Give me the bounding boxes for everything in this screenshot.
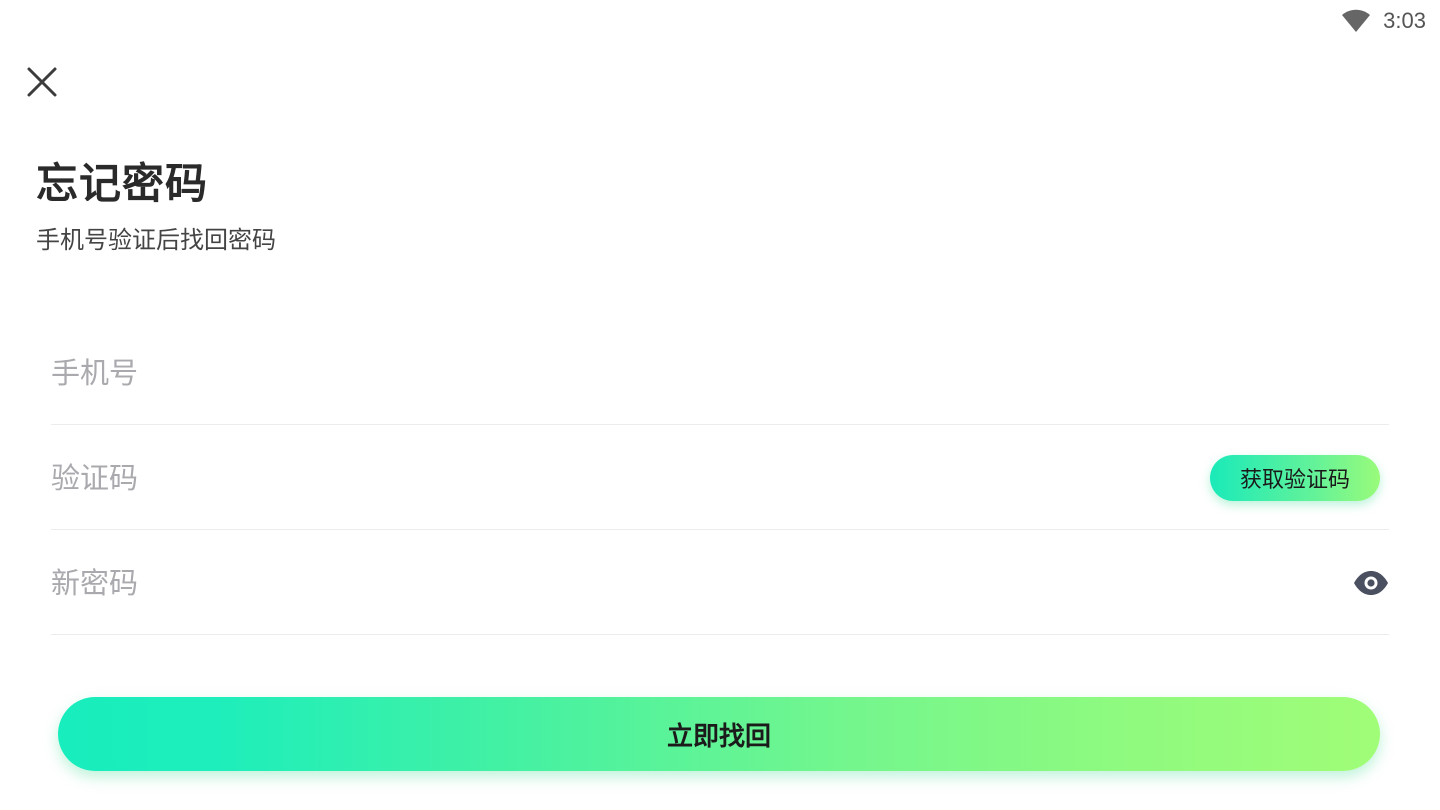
page-title: 忘记密码 bbox=[36, 159, 209, 208]
phone-input[interactable] bbox=[51, 342, 1389, 403]
phone-field-row bbox=[51, 321, 1389, 425]
close-button[interactable] bbox=[24, 64, 60, 100]
password-field-row bbox=[51, 531, 1389, 635]
eye-icon[interactable] bbox=[1353, 565, 1389, 601]
status-bar: 3:03 bbox=[1341, 0, 1426, 42]
wifi-icon bbox=[1341, 9, 1371, 33]
status-time: 3:03 bbox=[1383, 8, 1426, 33]
get-code-button[interactable]: 获取验证码 bbox=[1210, 454, 1380, 501]
code-field-row: 获取验证码 bbox=[51, 426, 1389, 530]
close-icon bbox=[27, 67, 57, 97]
forgot-password-screen: 3:03 忘记密码 手机号验证后找回密码 获取验证码 立即找回 bbox=[0, 0, 1440, 810]
page-subtitle: 手机号验证后找回密码 bbox=[36, 226, 276, 254]
new-password-input[interactable] bbox=[51, 552, 1353, 613]
submit-button[interactable]: 立即找回 bbox=[58, 697, 1380, 771]
verification-code-input[interactable] bbox=[51, 447, 1210, 508]
